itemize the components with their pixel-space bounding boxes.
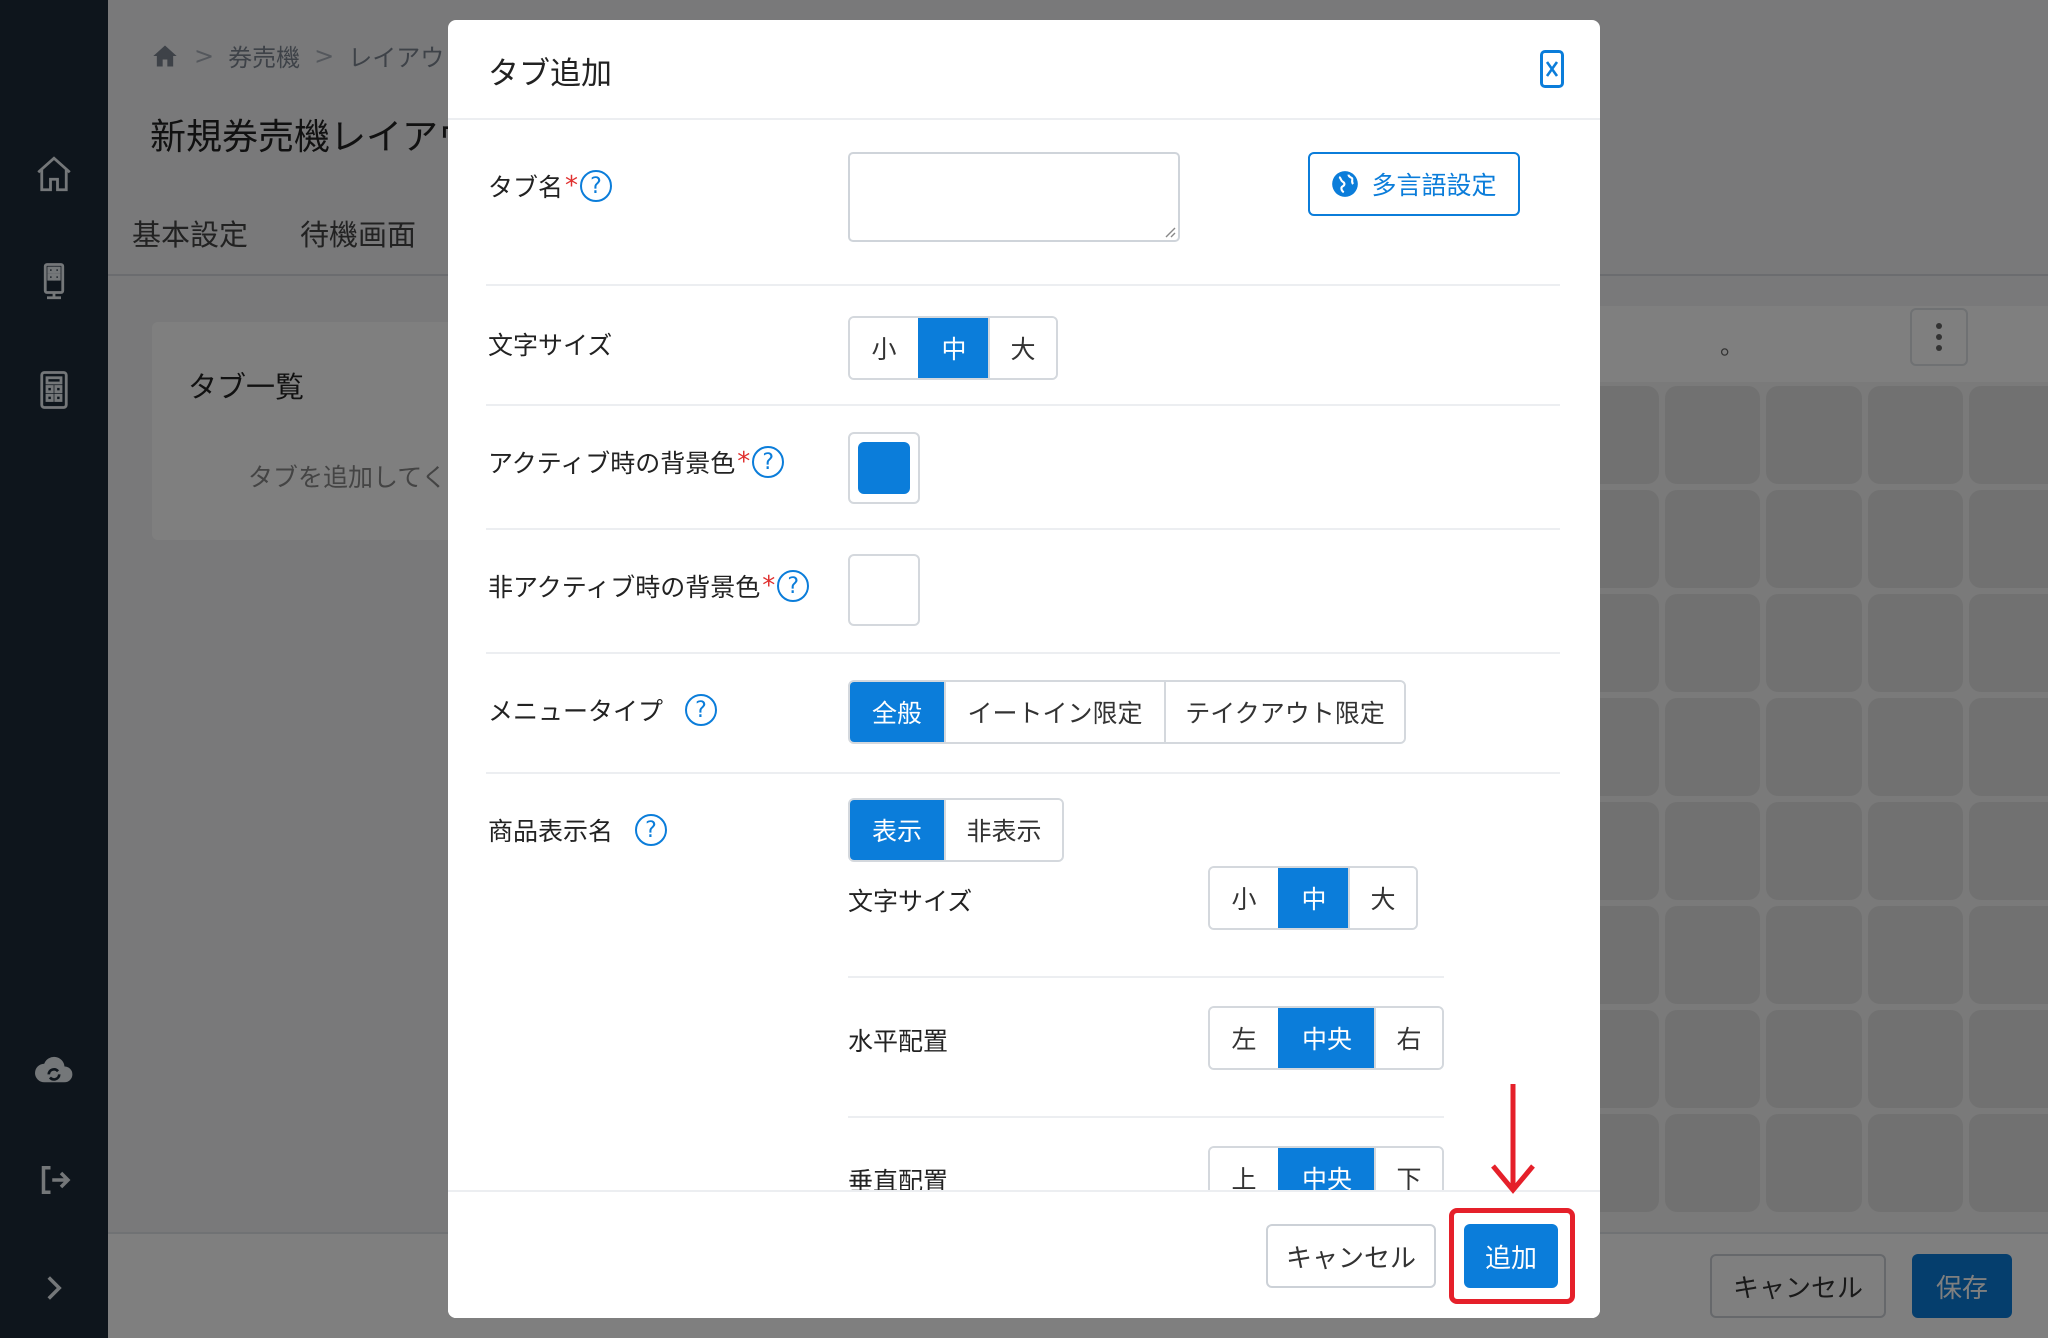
modal-header: タブ追加 (448, 20, 1600, 120)
product-font-size-medium[interactable]: 中 (1278, 868, 1348, 928)
resize-handle-icon[interactable] (1160, 222, 1176, 238)
product-font-size-large[interactable]: 大 (1348, 868, 1416, 928)
active-bg-color-picker[interactable] (848, 432, 920, 504)
tab-name-label: タブ名 *? (488, 168, 613, 204)
font-size-large[interactable]: 大 (988, 318, 1056, 378)
menu-type-eat-in[interactable]: イートイン限定 (944, 682, 1164, 742)
required-mark: * (762, 571, 776, 601)
horizontal-align-left[interactable]: 左 (1210, 1008, 1278, 1068)
sub-row-divider (848, 1116, 1444, 1118)
globe-icon (1332, 171, 1359, 197)
help-icon[interactable]: ? (752, 446, 785, 478)
close-icon[interactable] (1540, 50, 1564, 88)
horizontal-align-center[interactable]: 中央 (1278, 1008, 1374, 1068)
active-bg-label: アクティブ時の背景色 *? (488, 444, 785, 480)
add-tab-modal: タブ追加 タブ名 *? 多言語設定 文字サイズ 小 中 大 アクティブ時の背景色 *… (448, 20, 1600, 1318)
vertical-align-top[interactable]: 上 (1210, 1148, 1278, 1190)
inactive-bg-color-picker[interactable] (848, 554, 920, 626)
help-icon[interactable]: ? (685, 694, 718, 726)
modal-cancel-button[interactable]: キャンセル (1266, 1224, 1436, 1288)
row-divider (486, 404, 1560, 406)
inactive-bg-label: 非アクティブ時の背景色 *? (488, 568, 810, 604)
tab-name-input[interactable] (848, 152, 1180, 242)
modal-footer: キャンセル 追加 (448, 1190, 1600, 1318)
horizontal-align-toggle: 左 中央 右 (1208, 1006, 1444, 1070)
product-font-size-small[interactable]: 小 (1210, 868, 1278, 928)
row-divider (486, 652, 1560, 654)
product-font-size-label: 文字サイズ (848, 887, 973, 916)
multilingual-settings-button[interactable]: 多言語設定 (1308, 152, 1520, 216)
font-size-medium[interactable]: 中 (918, 318, 988, 378)
active-bg-color-swatch (858, 442, 910, 494)
vertical-align-toggle: 上 中央 下 (1208, 1146, 1444, 1190)
product-name-label: 商品表示名? (488, 812, 668, 848)
menu-type-label: メニュータイプ? (488, 692, 718, 728)
font-size-small[interactable]: 小 (850, 318, 918, 378)
modal-title: タブ追加 (488, 56, 612, 92)
help-icon[interactable]: ? (777, 570, 810, 602)
help-icon[interactable]: ? (635, 814, 668, 846)
product-name-hide[interactable]: 非表示 (944, 800, 1062, 860)
product-font-size-toggle: 小 中 大 (1208, 866, 1418, 930)
pointer-arrow-icon (1491, 1084, 1535, 1194)
help-icon[interactable]: ? (580, 170, 613, 202)
row-divider (486, 772, 1560, 774)
sub-row-divider (848, 976, 1444, 978)
product-name-visibility-toggle: 表示 非表示 (848, 798, 1064, 862)
vertical-align-label: 垂直配置 (848, 1167, 949, 1190)
vertical-align-middle[interactable]: 中央 (1278, 1148, 1374, 1190)
font-size-toggle: 小 中 大 (848, 316, 1058, 380)
multilingual-settings-label: 多言語設定 (1371, 171, 1497, 200)
required-mark: * (565, 171, 579, 201)
menu-type-toggle: 全般 イートイン限定 テイクアウト限定 (848, 680, 1406, 744)
font-size-label: 文字サイズ (488, 331, 613, 360)
horizontal-align-right[interactable]: 右 (1374, 1008, 1442, 1068)
row-divider (486, 528, 1560, 530)
row-divider (486, 284, 1560, 286)
menu-type-all[interactable]: 全般 (850, 682, 944, 742)
horizontal-align-label: 水平配置 (848, 1027, 949, 1056)
inactive-bg-color-swatch (858, 564, 910, 616)
required-mark: * (737, 447, 751, 477)
vertical-align-bottom[interactable]: 下 (1374, 1148, 1442, 1190)
modal-body: タブ名 *? 多言語設定 文字サイズ 小 中 大 アクティブ時の背景色 *? 非アク… (448, 120, 1600, 1190)
product-name-show[interactable]: 表示 (850, 800, 944, 860)
menu-type-takeout[interactable]: テイクアウト限定 (1164, 682, 1404, 742)
highlight-box (1449, 1208, 1575, 1304)
